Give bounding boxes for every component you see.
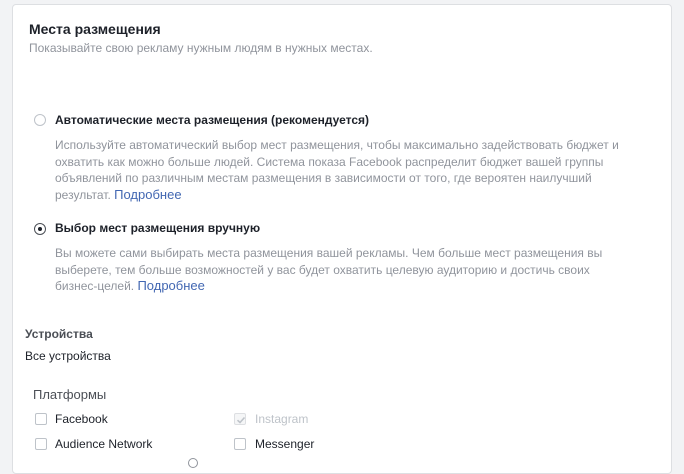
devices-title: Устройства (25, 327, 93, 341)
audience-network-checkbox[interactable] (35, 438, 47, 450)
manual-placements-description: Вы можете сами выбирать места размещения… (55, 246, 603, 293)
facebook-checkbox[interactable] (35, 413, 47, 425)
platforms-title: Платформы (33, 387, 107, 402)
audience-network-checkbox-label[interactable]: Audience Network (55, 437, 152, 451)
automatic-placements-label[interactable]: Автоматические места размещения (рекомен… (55, 113, 369, 127)
manual-learn-more-link[interactable]: Подробнее (137, 278, 204, 293)
section-title: Места размещения (29, 21, 161, 37)
automatic-placements-radio[interactable] (34, 114, 46, 126)
facebook-checkbox-label[interactable]: Facebook (55, 412, 108, 426)
placements-card: Места размещения Показывайте свою реклам… (12, 4, 672, 474)
checkmark-icon (236, 416, 246, 424)
instagram-checkbox[interactable] (234, 413, 246, 425)
expand-icon[interactable] (188, 458, 198, 468)
automatic-learn-more-link[interactable]: Подробнее (114, 187, 181, 202)
instagram-checkbox-label[interactable]: Instagram (255, 412, 308, 426)
devices-value[interactable]: Все устройства (25, 349, 111, 363)
messenger-checkbox-label[interactable]: Messenger (255, 437, 314, 451)
automatic-placements-description: Используйте автоматический выбор мест ра… (55, 138, 619, 202)
messenger-checkbox[interactable] (234, 438, 246, 450)
manual-placements-radio[interactable] (34, 223, 46, 235)
section-subtitle: Показывайте свою рекламу нужным людям в … (29, 41, 373, 55)
manual-placements-label[interactable]: Выбор мест размещения вручную (55, 221, 260, 235)
